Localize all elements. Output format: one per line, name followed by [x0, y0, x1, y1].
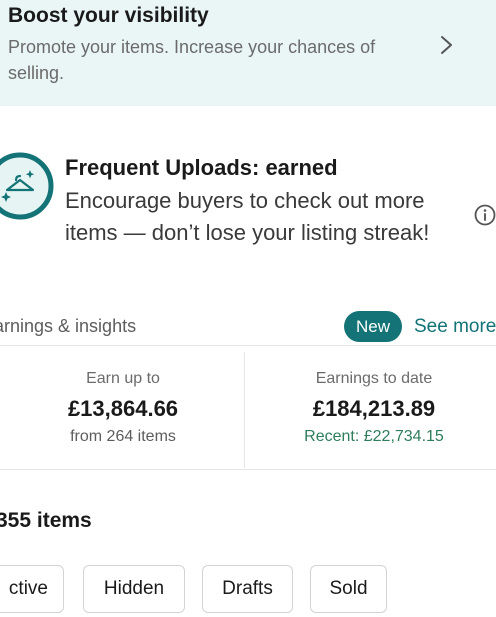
earnings-to-date-value: £184,213.89	[312, 396, 436, 421]
chevron-right-icon[interactable]	[437, 32, 457, 58]
divider	[0, 469, 496, 470]
boost-subtitle: Promote your items. Increase your chance…	[8, 37, 376, 83]
info-icon[interactable]	[474, 204, 496, 226]
badge-title: Frequent Uploads: earned	[65, 155, 338, 180]
divider	[0, 345, 496, 346]
earnings-section-title: arnings & insights	[0, 316, 137, 336]
earnings-header: arnings & insights New See more	[0, 310, 496, 344]
earnings-to-date-label: Earnings to date	[315, 370, 433, 387]
earnings-to-date-stat: Earnings to date £184,213.89 Recent: £22…	[246, 352, 492, 468]
see-more-link[interactable]: See more	[414, 316, 496, 338]
items-count: 355 items	[0, 509, 92, 532]
boost-title: Boost your visibility	[8, 4, 209, 27]
recent-earnings: Recent: £22,734.15	[304, 428, 444, 445]
earn-up-to-stat: Earn up to £13,864.66 from 264 items	[0, 352, 246, 468]
filter-sold-button[interactable]: Sold	[310, 565, 387, 613]
earn-up-to-label: Earn up to	[86, 370, 160, 387]
hanger-sparkle-icon	[0, 152, 54, 220]
filter-drafts-button[interactable]: Drafts	[202, 565, 293, 613]
filter-hidden-button[interactable]: Hidden	[83, 565, 185, 613]
stat-divider	[244, 352, 245, 468]
new-badge: New	[344, 311, 402, 342]
boost-visibility-banner[interactable]: Boost your visibility Promote your items…	[0, 0, 496, 106]
earn-up-to-value: £13,864.66	[67, 396, 179, 421]
filter-active-button[interactable]: ctive	[0, 565, 64, 613]
badge-description: Encourage buyers to check out more items…	[65, 188, 430, 245]
badge-card: Frequent Uploads: earned Encourage buyer…	[0, 108, 496, 288]
earn-up-to-sub: from 264 items	[70, 428, 176, 445]
